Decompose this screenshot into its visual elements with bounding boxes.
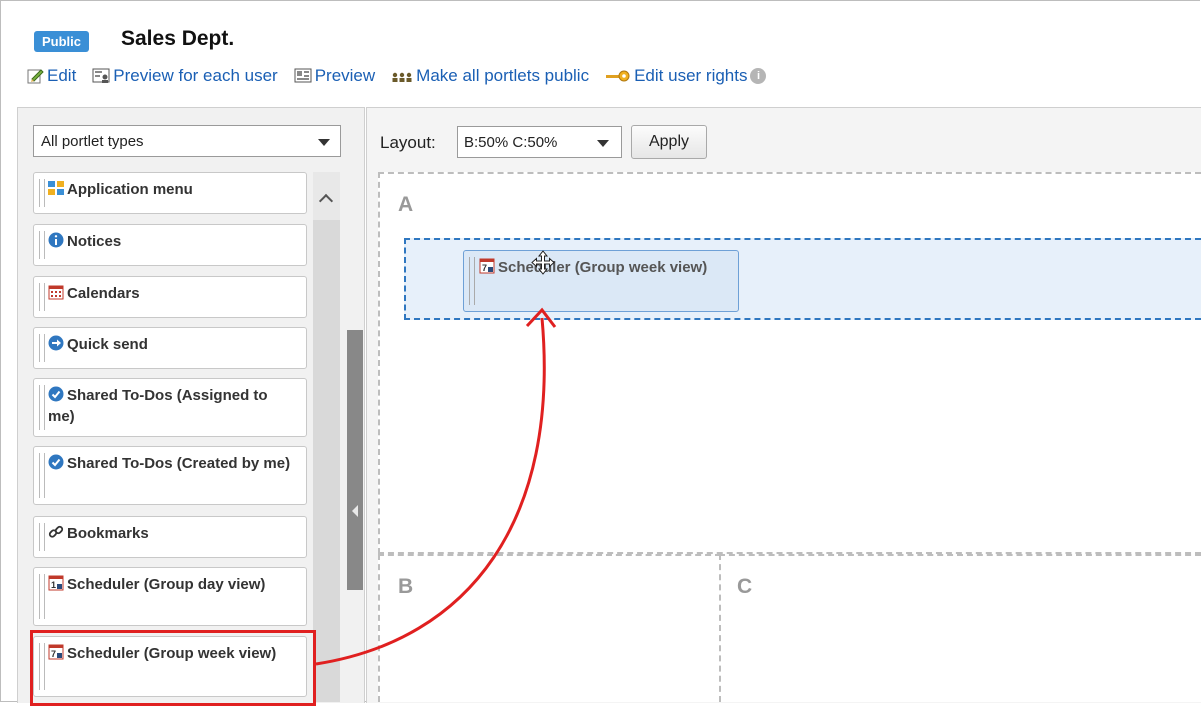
edit-user-rights-label: Edit user rights [634, 66, 748, 85]
app-menu-icon [48, 181, 64, 195]
preview-link[interactable]: Preview [294, 66, 375, 86]
page-title: Sales Dept. [121, 27, 235, 50]
layout-select[interactable]: B:50% C:50% [457, 126, 622, 158]
chevron-up-icon [318, 193, 334, 209]
portlet-item-application-menu[interactable]: Application menu [33, 172, 307, 214]
svg-text:7: 7 [482, 263, 487, 273]
info-icon[interactable]: i [750, 68, 767, 84]
panel-splitter[interactable] [347, 330, 363, 590]
preview-label: Preview [314, 66, 376, 85]
edit-label: Edit [47, 66, 77, 85]
portlet-item-bookmarks[interactable]: Bookmarks [33, 516, 307, 558]
portlet-item-notices[interactable]: Notices [33, 224, 307, 266]
layout-label: Layout: [380, 133, 436, 152]
scheduler-day-icon: 1 [48, 575, 64, 591]
chevron-down-icon [318, 139, 330, 146]
quick-send-icon [48, 335, 64, 351]
portlet-list-scrollbar[interactable] [313, 172, 340, 702]
preview-icon [294, 67, 312, 85]
scroll-up-button[interactable] [313, 172, 340, 220]
portlet-item-calendars[interactable]: Calendars [33, 276, 307, 318]
dragging-portlet[interactable]: 7 Scheduler (Group week view) [463, 250, 739, 312]
portlet-label: Application menu [67, 181, 193, 198]
portlet-item-quick-send[interactable]: Quick send [33, 327, 307, 369]
todo-icon [48, 386, 64, 402]
dragging-portlet-label: Scheduler (Group week view) [498, 259, 708, 276]
make-all-public-label: Make all portlets public [416, 66, 590, 85]
scheduler-week-icon: 7 [479, 258, 495, 274]
portlet-type-value: All portlet types [41, 132, 144, 150]
edit-link[interactable]: Edit [26, 66, 76, 86]
chevron-down-icon [597, 140, 609, 147]
zone-b-label: B [398, 575, 414, 598]
portlet-item-scheduler-day[interactable]: 1 Scheduler (Group day view) [33, 567, 307, 626]
make-all-public-link[interactable]: Make all portlets public [391, 66, 589, 86]
svg-text:1: 1 [51, 580, 56, 590]
link-icon [48, 525, 64, 538]
preview-each-user-link[interactable]: Preview for each user [92, 66, 278, 86]
portlet-label: Shared To-Dos (Created by me) [67, 455, 291, 472]
move-cursor-icon [531, 250, 555, 275]
people-icon [391, 69, 413, 83]
portlet-label: Shared To-Dos (Assigned to me) [48, 387, 268, 425]
preview-each-user-label: Preview for each user [113, 66, 278, 85]
portlet-label: Bookmarks [67, 525, 149, 542]
zone-a-label: A [398, 193, 414, 216]
portlet-type-select[interactable]: All portlet types [33, 125, 341, 157]
portlet-label: Quick send [67, 336, 148, 353]
zone-c[interactable] [719, 554, 1201, 702]
edit-user-rights-link[interactable]: Edit user rights [605, 66, 747, 86]
portlet-item-todos-created[interactable]: Shared To-Dos (Created by me) [33, 446, 307, 505]
public-badge: Public [34, 31, 90, 52]
zone-a[interactable] [378, 172, 1201, 554]
todo-icon [48, 454, 64, 470]
zone-c-label: C [737, 575, 753, 598]
portlet-label: Notices [67, 233, 122, 250]
zone-b[interactable] [378, 554, 721, 702]
preview-user-icon [92, 67, 110, 85]
info-icon [48, 232, 64, 248]
edit-icon [26, 67, 44, 85]
portlet-label: Scheduler (Group day view) [67, 576, 266, 593]
portlet-label: Calendars [67, 285, 140, 302]
collapse-arrow-icon[interactable] [352, 505, 358, 517]
layout-value: B:50% C:50% [464, 133, 558, 151]
apply-button[interactable]: Apply [631, 125, 707, 159]
calendar-icon [48, 285, 64, 300]
toolbar: Edit Preview for each user Preview Make … [26, 66, 767, 86]
portlet-item-todos-assigned[interactable]: Shared To-Dos (Assigned to me) [33, 378, 307, 437]
key-icon [605, 69, 631, 83]
annotation-highlight-box [30, 630, 316, 706]
